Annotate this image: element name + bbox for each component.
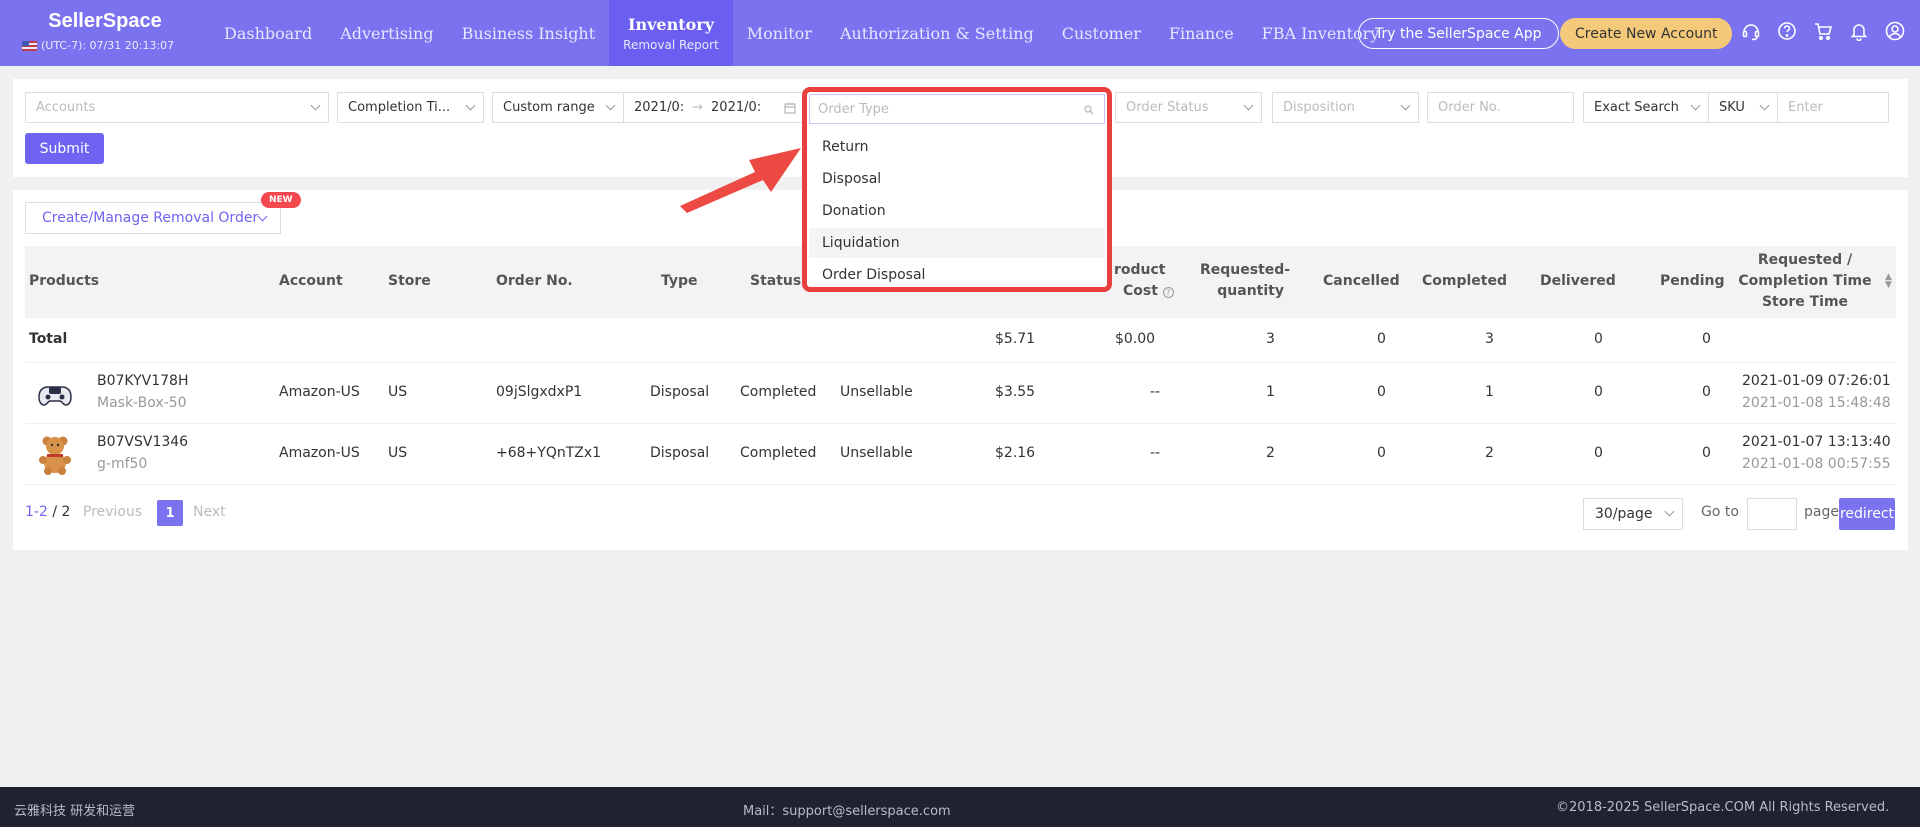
col-account: Account xyxy=(279,273,343,289)
submit-button[interactable]: Submit xyxy=(25,133,104,164)
search-input[interactable]: Enter xyxy=(1777,92,1889,123)
nav-dashboard[interactable]: Dashboard xyxy=(210,0,326,66)
col-products: Products xyxy=(29,273,100,289)
search-icon xyxy=(1084,105,1094,115)
col-delivered: Delivered xyxy=(1540,273,1616,289)
order-type-select[interactable]: Order Type xyxy=(809,94,1105,124)
main-nav: Dashboard Advertising Business Insight I… xyxy=(210,0,1393,66)
col-product-cost-2: Cost ? xyxy=(1123,281,1174,302)
order-status-select[interactable]: Order Status xyxy=(1115,92,1262,123)
bell-icon[interactable] xyxy=(1848,20,1870,42)
next-page-button[interactable]: Next xyxy=(193,504,226,520)
search-field-select[interactable]: SKU xyxy=(1708,92,1778,123)
footer-company: 云雅科技 研发和运营 xyxy=(14,804,136,819)
date-sep: → xyxy=(692,100,704,115)
help-icon[interactable] xyxy=(1776,20,1798,42)
page-label: page xyxy=(1804,504,1839,520)
nav-monitor[interactable]: Monitor xyxy=(733,0,826,66)
date-end: 2021/0: xyxy=(711,100,762,115)
info-icon[interactable]: ? xyxy=(1162,287,1174,298)
range-select[interactable]: Custom range xyxy=(492,92,624,123)
col-time: Requested / Completion Time Store Time xyxy=(1738,252,1872,310)
chevron-down-icon xyxy=(465,100,476,111)
nav-customer[interactable]: Customer xyxy=(1048,0,1155,66)
new-badge: NEW xyxy=(261,192,301,208)
user-icon[interactable] xyxy=(1884,20,1906,42)
disposition-select[interactable]: Disposition xyxy=(1272,92,1419,123)
redirect-button[interactable]: redirect xyxy=(1839,498,1895,530)
table-row[interactable]: B07VSV1346 g-mf50 Amazon-US US +68+YQnTZ… xyxy=(25,424,1896,485)
product-thumbnail xyxy=(39,436,71,475)
per-page-select[interactable]: 30/page xyxy=(1583,498,1683,530)
chevron-down-icon xyxy=(1664,506,1675,517)
header-icons xyxy=(1740,20,1906,42)
order-type-dropdown[interactable]: Order Type Return Disposal Donation Liqu… xyxy=(802,87,1112,292)
prev-page-button[interactable]: Previous xyxy=(83,504,142,520)
chevron-down-icon xyxy=(1759,100,1770,111)
nav-business-insight[interactable]: Business Insight xyxy=(448,0,610,66)
col-product-cost: roduct xyxy=(1114,262,1166,278)
option-order-disposal[interactable]: Order Disposal xyxy=(809,260,1105,287)
nav-advertising[interactable]: Advertising xyxy=(326,0,447,66)
option-donation[interactable]: Donation xyxy=(809,196,1105,226)
footer-mail[interactable]: Mail：support@sellerspace.com xyxy=(743,800,951,819)
nav-inventory[interactable]: Inventory Removal Report xyxy=(609,0,733,66)
logo-text: SellerSpace xyxy=(48,10,162,32)
col-type: Type xyxy=(661,273,698,289)
sort-icon[interactable]: ▲ ▼ xyxy=(1885,273,1892,290)
pagination-summary: 1-2 / 2 xyxy=(25,504,71,520)
footer: 云雅科技 研发和运营 Mail：support@sellerspace.com … xyxy=(0,787,1920,827)
red-arrow-icon xyxy=(680,148,801,213)
col-cancelled: Cancelled xyxy=(1323,273,1400,289)
footer-copyright: ©2018-2025 SellerSpace.COM All Rights Re… xyxy=(1556,800,1890,815)
page-1-button[interactable]: 1 xyxy=(157,500,183,526)
table-row[interactable]: B07KYV178H Mask-Box-50 Amazon-US US 09jS… xyxy=(25,363,1896,424)
nav-finance[interactable]: Finance xyxy=(1155,0,1248,66)
table-row-total: Total $5.71 $0.00 3 0 3 0 0 xyxy=(25,318,1896,363)
search-mode-select[interactable]: Exact Search xyxy=(1583,92,1709,123)
col-store: Store xyxy=(388,273,431,289)
option-disposal[interactable]: Disposal xyxy=(809,164,1105,194)
nav-inventory-sub: Removal Report xyxy=(623,37,719,52)
accounts-select[interactable]: Accounts xyxy=(25,92,329,123)
chevron-down-icon xyxy=(1400,100,1411,111)
chevron-down-icon xyxy=(605,100,616,111)
chevron-down-icon xyxy=(257,211,268,222)
cart-icon[interactable] xyxy=(1812,20,1834,42)
logo[interactable]: SellerSpace (UTC-7): 07/31 20:13:07 xyxy=(22,10,188,52)
goto-page-input[interactable] xyxy=(1747,498,1797,530)
goto-label: Go to xyxy=(1701,504,1739,520)
nav-authorization-setting[interactable]: Authorization & Setting xyxy=(826,0,1048,66)
order-no-input[interactable]: Order No. xyxy=(1427,92,1574,123)
headset-icon[interactable] xyxy=(1740,20,1762,42)
manage-removal-order-button[interactable]: Create/Manage Removal Order xyxy=(25,202,281,234)
col-status: Status xyxy=(750,273,802,289)
date-range-picker[interactable]: 2021/0: → 2021/0: xyxy=(623,92,805,123)
date-start: 2021/0: xyxy=(634,100,685,115)
us-flag-icon xyxy=(22,40,37,51)
calendar-icon xyxy=(784,103,796,114)
create-account-button[interactable]: Create New Account xyxy=(1560,18,1733,49)
chevron-down-icon xyxy=(310,100,321,111)
product-thumbnail xyxy=(38,386,72,406)
col-requested: Requested-quantity xyxy=(1200,262,1291,299)
completion-time-select[interactable]: Completion Ti... xyxy=(337,92,484,123)
try-app-button[interactable]: Try the SellerSpace App xyxy=(1358,18,1559,49)
col-completed: Completed xyxy=(1422,273,1508,289)
top-navigation-bar: SellerSpace (UTC-7): 07/31 20:13:07 Dash… xyxy=(0,0,1920,66)
col-order-no: Order No. xyxy=(496,273,573,289)
chevron-down-icon xyxy=(1690,100,1701,111)
option-return[interactable]: Return xyxy=(809,132,1105,162)
chevron-down-icon xyxy=(1243,100,1254,111)
option-liquidation[interactable]: Liquidation xyxy=(809,228,1105,258)
timezone-clock: (UTC-7): 07/31 20:13:07 xyxy=(22,39,188,52)
